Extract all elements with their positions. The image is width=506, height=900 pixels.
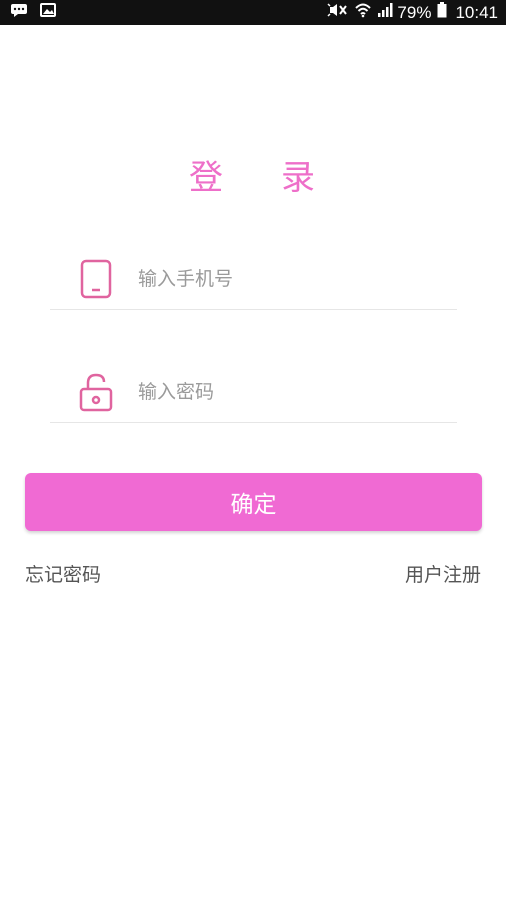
- status-right: 79% 10:41: [321, 2, 498, 23]
- battery-icon: [437, 2, 447, 23]
- password-field-row: [50, 362, 457, 423]
- status-left: [10, 3, 68, 22]
- wifi-icon: [355, 2, 372, 23]
- register-link[interactable]: 用户注册: [405, 560, 481, 587]
- unlock-icon: [78, 372, 114, 412]
- confirm-button[interactable]: 确定: [25, 473, 482, 531]
- login-screen: 79% 10:41 登录 输入手机号 确定 忘记密码 用户注册: [0, 0, 506, 900]
- title-part-1: 登: [189, 158, 225, 198]
- page-title: 登录: [0, 150, 506, 199]
- mute-icon: [327, 2, 349, 23]
- password-input[interactable]: [136, 380, 440, 404]
- battery-percent: 79%: [397, 2, 432, 22]
- image-icon: [40, 3, 56, 22]
- message-icon: [10, 3, 28, 22]
- forgot-password-link[interactable]: 忘记密码: [25, 560, 101, 587]
- signal-icon: [377, 2, 393, 23]
- phone-icon: [78, 259, 114, 299]
- title-part-2: 录: [281, 158, 317, 198]
- clock: 10:41: [455, 2, 498, 22]
- phone-field-row: [50, 249, 457, 310]
- status-bar: 79% 10:41: [0, 0, 506, 25]
- phone-input[interactable]: [136, 267, 440, 291]
